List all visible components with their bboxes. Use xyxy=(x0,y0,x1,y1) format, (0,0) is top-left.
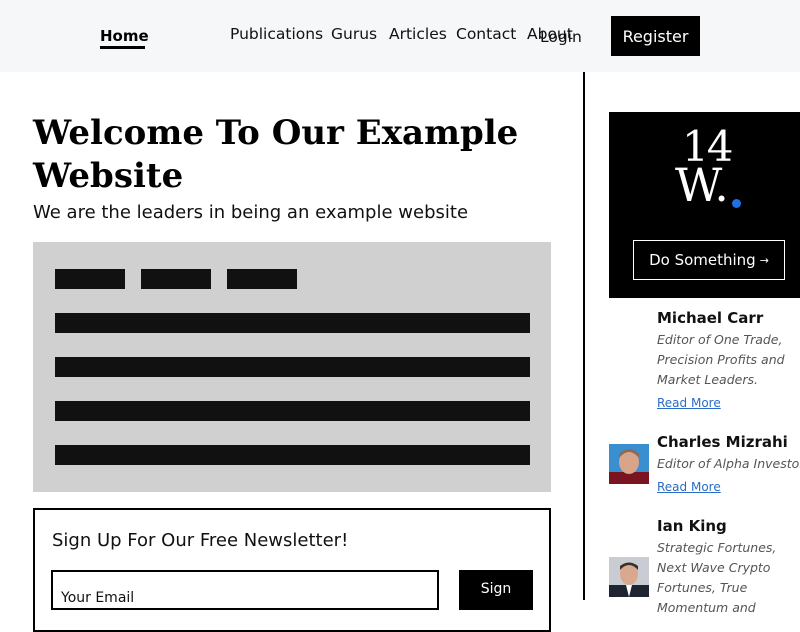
guru-name[interactable]: Michael Carr xyxy=(657,309,763,327)
nav-articles-link[interactable]: Articles xyxy=(389,25,447,43)
nav-login-link[interactable]: Login xyxy=(540,28,582,46)
page-subtitle: We are the leaders in being an example w… xyxy=(33,202,469,223)
guru-description: Strategic Fortunes, Next Wave Crypto For… xyxy=(657,540,777,615)
do-something-button[interactable]: Do Something → xyxy=(633,240,785,280)
guru-description: Editor of One Trade, Precision Profits a… xyxy=(657,332,785,387)
guru-description: Editor of Alpha Investor xyxy=(657,456,800,471)
guru-name[interactable]: Ian King xyxy=(657,517,727,535)
placeholder-tab xyxy=(227,269,297,289)
promo-box: 14 W. Do Something → xyxy=(609,112,800,298)
register-button[interactable]: Register xyxy=(611,16,700,56)
newsletter-title: Sign Up For Our Free Newsletter! xyxy=(52,530,349,551)
arrow-right-icon: → xyxy=(759,253,769,267)
nav-publications-link[interactable]: Publications xyxy=(230,25,323,43)
placeholder-line xyxy=(55,445,530,465)
avatar xyxy=(609,444,649,484)
brand-logo-dot xyxy=(732,199,741,208)
placeholder-tab xyxy=(141,269,211,289)
guru-name[interactable]: Charles Mizrahi xyxy=(657,433,788,451)
nav-active-indicator xyxy=(100,46,145,49)
column-divider xyxy=(583,72,585,600)
avatar xyxy=(609,557,649,597)
do-something-label: Do Something xyxy=(649,251,756,269)
email-field[interactable] xyxy=(51,570,439,610)
placeholder-line xyxy=(55,357,530,377)
placeholder-tab xyxy=(55,269,125,289)
newsletter-signup: Sign Up For Our Free Newsletter! Sign xyxy=(33,508,551,632)
read-more-link[interactable]: Read More xyxy=(657,480,721,494)
content-placeholder xyxy=(33,242,551,492)
nav-gurus-link[interactable]: Gurus xyxy=(331,25,377,43)
brand-logo-letter: W. xyxy=(675,158,729,212)
nav-home-link[interactable]: Home xyxy=(100,27,149,45)
signup-button[interactable]: Sign xyxy=(459,570,533,610)
site-header: Home Publications Gurus Articles Contact… xyxy=(0,0,800,72)
placeholder-line xyxy=(55,313,530,333)
nav-contact-link[interactable]: Contact xyxy=(456,25,516,43)
page-title: Welcome To Our Example Website xyxy=(33,113,519,196)
placeholder-line xyxy=(55,401,530,421)
read-more-link[interactable]: Read More xyxy=(657,396,721,410)
